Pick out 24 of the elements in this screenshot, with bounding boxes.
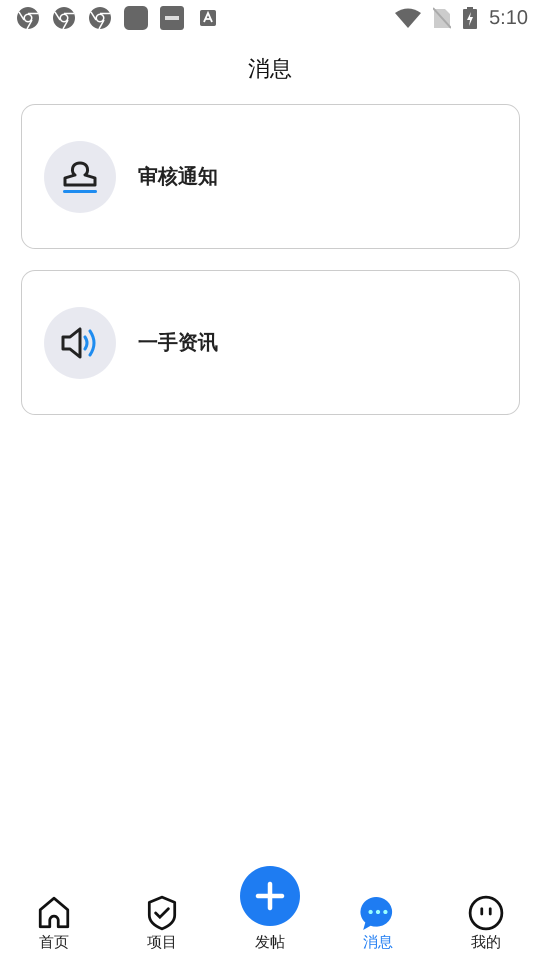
app-icon bbox=[160, 6, 184, 30]
home-icon bbox=[36, 895, 72, 931]
page-title: 消息 bbox=[248, 56, 292, 84]
face-icon bbox=[468, 895, 504, 931]
app-icon bbox=[124, 6, 148, 30]
message-card[interactable]: 一手资讯 bbox=[21, 270, 520, 415]
card-label: 一手资讯 bbox=[138, 329, 218, 356]
nav-tab[interactable]: 我的 bbox=[446, 895, 526, 952]
add-icon bbox=[239, 865, 301, 927]
nav-tab[interactable]: 项目 bbox=[122, 895, 202, 952]
stamp-icon bbox=[60, 158, 100, 194]
battery-icon bbox=[463, 7, 478, 29]
nav-tab[interactable]: 首页 bbox=[14, 895, 94, 952]
browser-icon bbox=[52, 6, 76, 30]
wifi-icon bbox=[395, 8, 422, 28]
browser-icon bbox=[88, 6, 112, 30]
message-card[interactable]: 审核通知 bbox=[21, 104, 520, 249]
browser-icon bbox=[16, 6, 40, 30]
nav-tab[interactable]: 发帖 bbox=[230, 865, 310, 952]
card-label: 审核通知 bbox=[138, 163, 218, 190]
status-time: 5:10 bbox=[489, 6, 528, 30]
nav-tab[interactable]: 消息 bbox=[338, 895, 418, 952]
no-sim-icon bbox=[433, 7, 452, 29]
app-icon bbox=[200, 10, 216, 26]
